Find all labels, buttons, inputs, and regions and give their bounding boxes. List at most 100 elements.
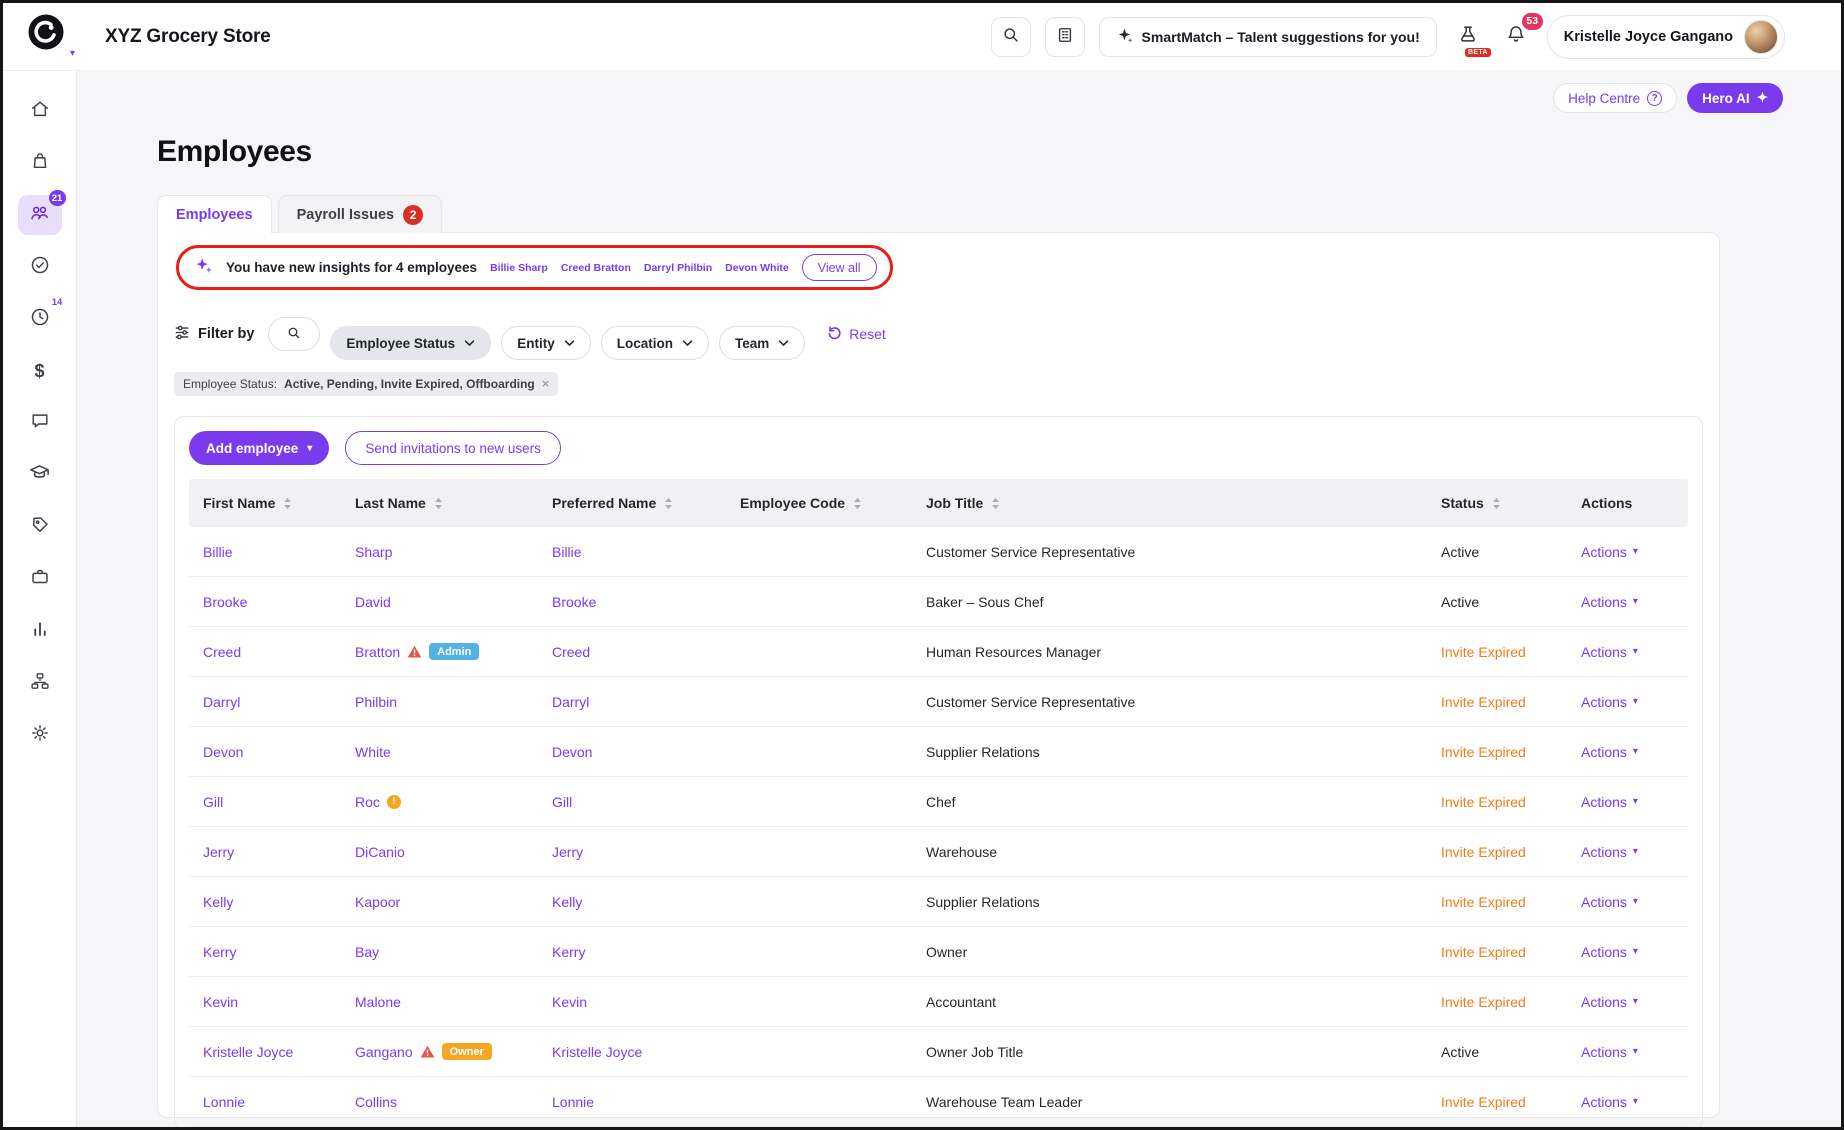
filter-dropdown-entity[interactable]: Entity [501,326,591,360]
sidebar-item-benefits[interactable] [18,507,62,547]
send-invitations-button[interactable]: Send invitations to new users [345,431,561,465]
sidebar-item-chat[interactable] [18,403,62,443]
employee-first-name-link[interactable]: Creed [203,644,241,660]
view-all-button[interactable]: View all [802,254,877,281]
sidebar-item-reports[interactable] [18,611,62,651]
sidebar-item-tasks[interactable] [18,247,62,287]
sort-icon[interactable] [664,497,673,510]
sidebar-item-org-chart[interactable] [18,663,62,703]
row-actions-button[interactable]: Actions▾ [1581,894,1638,910]
sort-icon[interactable] [1492,497,1501,510]
employee-first-name-link[interactable]: Darryl [203,694,240,710]
employee-preferred-name-link[interactable]: Kevin [552,994,587,1010]
sidebar-item-home[interactable] [18,91,62,131]
sort-icon[interactable] [853,497,862,510]
filter-search-button[interactable] [268,317,320,351]
employee-last-name-link[interactable]: White [355,744,391,760]
tab-employees[interactable]: Employees [157,195,272,233]
insight-employee-chip[interactable]: Devon White [725,262,789,274]
row-actions-button[interactable]: Actions▾ [1581,644,1638,660]
employee-first-name-link[interactable]: Kevin [203,994,238,1010]
employee-first-name-link[interactable]: Gill [203,794,223,810]
search-button[interactable] [991,17,1031,57]
employee-last-name-link[interactable]: David [355,594,391,610]
sidebar-item-time[interactable]: 14 [18,299,62,339]
reset-filters-button[interactable]: Reset [821,324,892,344]
employee-last-name-link[interactable]: Philbin [355,694,397,710]
insight-employee-chip[interactable]: Darryl Philbin [644,262,712,274]
employee-preferred-name-link[interactable]: Billie [552,544,582,560]
employee-last-name-link[interactable]: Roc [355,794,380,810]
employee-first-name-link[interactable]: Kristelle Joyce [203,1044,293,1060]
close-icon[interactable]: × [542,378,550,390]
organisation-button[interactable] [1045,17,1085,57]
row-actions-button[interactable]: Actions▾ [1581,944,1638,960]
sort-icon[interactable] [434,497,443,510]
employee-last-name-link[interactable]: Sharp [355,544,392,560]
filter-dropdown-employee-status[interactable]: Employee Status [330,326,491,360]
help-centre-button[interactable]: Help Centre ? [1553,83,1677,113]
column-header-status[interactable]: Status [1427,495,1567,511]
labs-button[interactable]: BETA [1451,20,1485,54]
employee-last-name-link[interactable]: DiCanio [355,844,405,860]
row-actions-button[interactable]: Actions▾ [1581,994,1638,1010]
employee-last-name-link[interactable]: Bay [355,944,379,960]
shopping-bag-icon [29,150,51,177]
employee-last-name-link[interactable]: Kapoor [355,894,400,910]
employee-first-name-link[interactable]: Billie [203,544,233,560]
smartmatch-button[interactable]: SmartMatch – Talent suggestions for you! [1099,17,1437,57]
employee-first-name-link[interactable]: Lonnie [203,1094,245,1110]
employee-last-name-link[interactable]: Collins [355,1094,397,1110]
employee-preferred-name-link[interactable]: Creed [552,644,590,660]
company-logo[interactable]: ▾ [27,13,71,61]
employee-preferred-name-link[interactable]: Lonnie [552,1094,594,1110]
filter-dropdown-location[interactable]: Location [601,326,709,360]
sidebar-item-store[interactable] [18,143,62,183]
employee-preferred-name-link[interactable]: Jerry [552,844,583,860]
employee-preferred-name-link[interactable]: Darryl [552,694,589,710]
filter-dropdown-team[interactable]: Team [719,326,805,360]
hero-ai-button[interactable]: Hero AI ✦ [1687,83,1783,113]
sidebar-item-learning[interactable] [18,455,62,495]
employee-preferred-name-link[interactable]: Brooke [552,594,596,610]
notifications-button[interactable]: 53 [1499,20,1533,54]
row-actions-button[interactable]: Actions▾ [1581,594,1638,610]
employee-first-name-link[interactable]: Kerry [203,944,236,960]
sidebar-item-jobs[interactable] [18,559,62,599]
row-actions-button[interactable]: Actions▾ [1581,794,1638,810]
tab-payroll-issues[interactable]: Payroll Issues 2 [278,195,443,233]
employee-preferred-name-link[interactable]: Kerry [552,944,585,960]
row-actions-button[interactable]: Actions▾ [1581,544,1638,560]
column-header-first-name[interactable]: First Name [189,495,341,511]
insight-employee-chip[interactable]: Billie Sharp [490,262,548,274]
sort-icon[interactable] [991,497,1000,510]
employee-first-name-link[interactable]: Kelly [203,894,233,910]
employee-preferred-name-link[interactable]: Kristelle Joyce [552,1044,642,1060]
employee-preferred-name-link[interactable]: Devon [552,744,592,760]
row-actions-button[interactable]: Actions▾ [1581,744,1638,760]
employee-first-name-link[interactable]: Brooke [203,594,247,610]
employee-preferred-name-link[interactable]: Gill [552,794,572,810]
employee-preferred-name-link[interactable]: Kelly [552,894,582,910]
employee-last-name-link[interactable]: Bratton [355,644,400,660]
row-actions-button[interactable]: Actions▾ [1581,1044,1638,1060]
user-menu[interactable]: Kristelle Joyce Gangano [1547,15,1785,59]
sidebar-item-settings[interactable] [18,715,62,755]
add-employee-button[interactable]: Add employee ▾ [189,431,329,465]
sidebar-item-payroll[interactable]: $ [18,351,62,391]
row-actions-button[interactable]: Actions▾ [1581,1094,1638,1110]
beta-badge: BETA [1465,48,1491,57]
column-header-job-title[interactable]: Job Title [912,495,1427,511]
employee-last-name-link[interactable]: Gangano [355,1044,413,1060]
column-header-preferred-name[interactable]: Preferred Name [538,495,726,511]
sort-icon[interactable] [283,497,292,510]
sidebar-item-people[interactable]: 21 [18,195,62,235]
column-header-last-name[interactable]: Last Name [341,495,538,511]
row-actions-button[interactable]: Actions▾ [1581,694,1638,710]
employee-first-name-link[interactable]: Devon [203,744,243,760]
employee-first-name-link[interactable]: Jerry [203,844,234,860]
insight-employee-chip[interactable]: Creed Bratton [561,262,631,274]
row-actions-button[interactable]: Actions▾ [1581,844,1638,860]
employee-last-name-link[interactable]: Malone [355,994,401,1010]
column-header-employee-code[interactable]: Employee Code [726,495,912,511]
